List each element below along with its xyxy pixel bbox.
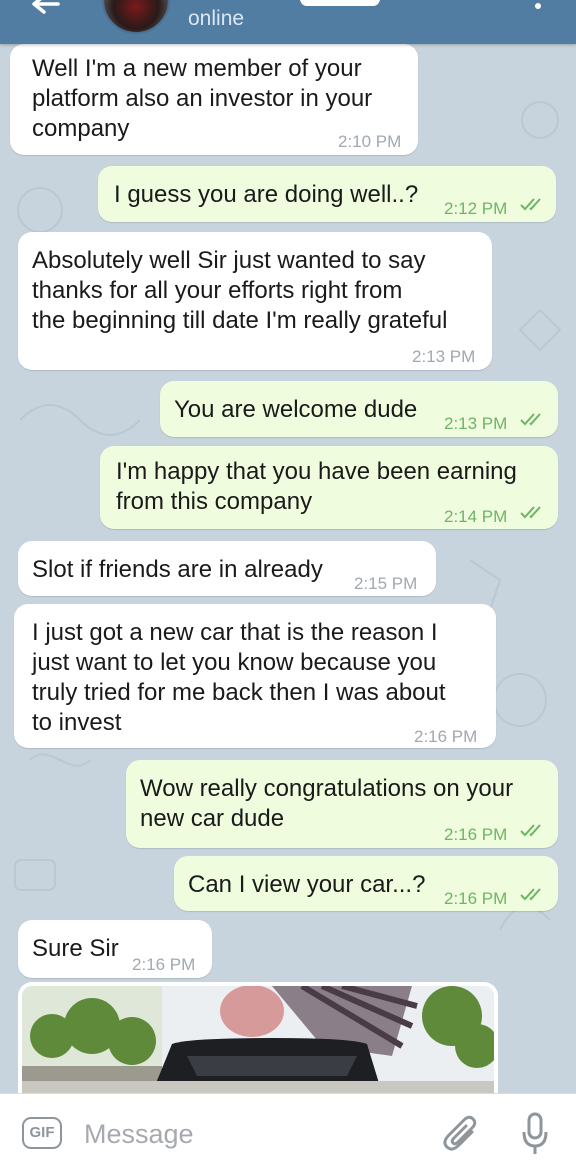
message-timestamp: 2:10 PM xyxy=(338,132,402,151)
outgoing-message-bubble[interactable]: You are welcome dude 2:13 PM xyxy=(160,381,558,437)
incoming-message-bubble[interactable]: Slot if friends are in already 2:15 PM xyxy=(18,541,436,596)
message-text-line: company xyxy=(32,115,130,142)
message-timestamp: 2:16 PM xyxy=(444,825,508,844)
outgoing-message-bubble[interactable]: I guess you are doing well..? 2:12 PM xyxy=(98,166,556,222)
double-check-icon xyxy=(520,198,541,211)
message-timestamp: 2:15 PM xyxy=(354,574,418,593)
contact-status: online xyxy=(188,7,245,30)
chat-header: online xyxy=(0,0,576,44)
more-vertical-icon[interactable] xyxy=(532,0,544,20)
message-text-line: platform also an investor in your xyxy=(32,85,373,112)
message-text-line: Wow really congratulations on your xyxy=(140,775,514,802)
incoming-message-bubble[interactable]: I just got a new car that is the reason … xyxy=(14,604,496,748)
message-text-line: Can I view your car...? xyxy=(188,871,426,898)
message-timestamp: 2:12 PM xyxy=(444,199,508,218)
message-text-line: thanks for all your efforts right from xyxy=(32,277,403,304)
message-text-line: to invest xyxy=(32,709,122,736)
double-check-icon xyxy=(520,413,541,426)
message-text: Absolutely well Sir just wanted to say th… xyxy=(32,246,448,336)
double-check-icon xyxy=(520,888,541,901)
message-timestamp: 2:13 PM xyxy=(412,347,476,366)
message-text-line: Absolutely well Sir just wanted to say xyxy=(32,247,426,274)
message-text: Slot if friends are in already xyxy=(32,555,323,585)
contact-avatar[interactable] xyxy=(102,0,170,34)
car-photo-image xyxy=(22,986,494,1093)
message-text-line: just want to let you know because you xyxy=(32,649,437,676)
outgoing-message-bubble[interactable]: Wow really congratulations on your new ca… xyxy=(126,760,558,848)
message-timestamp: 2:16 PM xyxy=(444,889,508,908)
double-check-icon xyxy=(520,824,541,837)
message-text-line: the beginning till date I'm really grate… xyxy=(32,307,448,334)
message-text: You are welcome dude xyxy=(174,395,417,425)
paperclip-icon[interactable] xyxy=(442,1114,478,1154)
message-timestamp: 2:14 PM xyxy=(444,507,508,526)
message-text-line: You are welcome dude xyxy=(174,396,418,423)
message-text-line: I guess you are doing well..? xyxy=(114,181,419,208)
message-timestamp: 2:16 PM xyxy=(414,727,478,746)
message-input[interactable] xyxy=(84,1114,414,1154)
message-timestamp: 2:13 PM xyxy=(444,414,508,433)
message-text-line: I just got a new car that is the reason … xyxy=(32,619,438,646)
message-text-line: Sure Sir xyxy=(32,935,119,962)
outgoing-message-bubble[interactable]: I'm happy that you have been earning from… xyxy=(100,446,558,529)
microphone-icon[interactable] xyxy=(520,1112,550,1156)
back-arrow-icon[interactable] xyxy=(28,0,62,22)
message-text: Well I'm a new member of your platform al… xyxy=(32,54,372,144)
gif-icon[interactable]: GIF xyxy=(22,1117,62,1149)
message-text: I guess you are doing well..? xyxy=(114,180,418,210)
message-text-line: I'm happy that you have been earning xyxy=(116,458,517,485)
car-photo[interactable] xyxy=(22,986,494,1093)
message-text-line: Well I'm a new member of your xyxy=(32,55,362,82)
message-text: Sure Sir xyxy=(32,934,119,964)
double-check-icon xyxy=(520,506,541,519)
outgoing-message-bubble[interactable]: Can I view your car...? 2:16 PM xyxy=(174,856,558,911)
incoming-message-bubble[interactable]: Well I'm a new member of your platform al… xyxy=(10,44,418,155)
incoming-message-bubble[interactable]: Absolutely well Sir just wanted to say th… xyxy=(18,232,492,370)
message-text: Can I view your car...? xyxy=(188,870,425,900)
message-text: I just got a new car that is the reason … xyxy=(32,618,446,738)
car-photo-message[interactable] xyxy=(18,982,498,1093)
message-text-line: Slot if friends are in already xyxy=(32,556,323,583)
message-text-line: truly tried for me back then I was about xyxy=(32,679,446,706)
contact-name-obscured xyxy=(300,0,380,6)
message-timestamp: 2:16 PM xyxy=(132,955,196,974)
incoming-message-bubble[interactable]: Sure Sir 2:16 PM xyxy=(18,920,212,978)
